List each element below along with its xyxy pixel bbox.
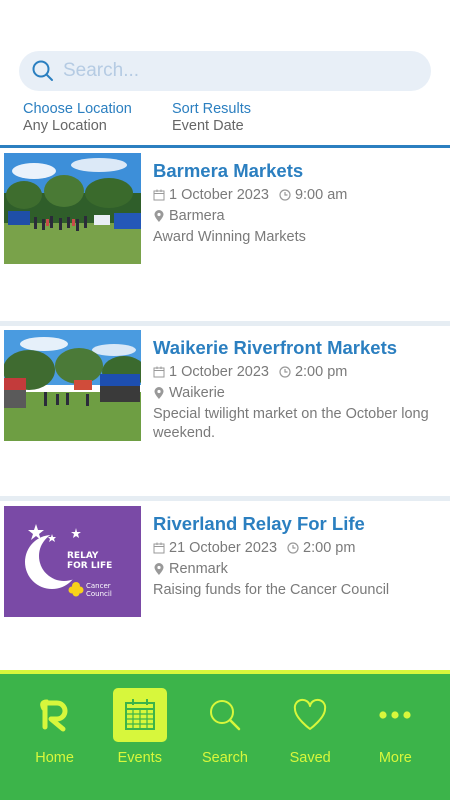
- event-description: Raising funds for the Cancer Council: [153, 582, 390, 598]
- svg-text:RELAY: RELAY: [67, 551, 99, 561]
- clock-icon: [279, 189, 291, 201]
- event-location: Renmark: [169, 561, 228, 577]
- clock-icon: [279, 366, 291, 378]
- nav-home-label: Home: [35, 750, 74, 766]
- search-bar[interactable]: [19, 51, 431, 91]
- event-date: 21 October 2023: [169, 540, 278, 556]
- nav-more-label: More: [378, 750, 412, 766]
- svg-text:Council: Council: [86, 590, 112, 598]
- sort-results-filter[interactable]: Sort Results Event Date: [172, 101, 251, 135]
- nav-home[interactable]: Home: [20, 674, 90, 800]
- event-location: Waikerie: [169, 385, 225, 401]
- svg-text:Cancer: Cancer: [86, 582, 111, 590]
- more-dots-icon: [379, 711, 411, 719]
- calendar-icon: [153, 542, 165, 554]
- event-card[interactable]: Barmera Markets 1 October 2023 9:00 am B…: [0, 148, 450, 321]
- event-time: 2:00 pm: [294, 364, 348, 380]
- location-pin-icon: [154, 209, 164, 222]
- event-card[interactable]: Waikerie Riverfront Markets 1 October 20…: [0, 326, 450, 496]
- event-time: 2:00 pm: [303, 540, 356, 556]
- nav-saved-label: Saved: [289, 750, 331, 766]
- location-value: Any Location: [23, 118, 107, 134]
- nav-saved[interactable]: Saved: [275, 674, 345, 800]
- event-title[interactable]: Waikerie Riverfront Markets: [153, 337, 442, 359]
- event-list: Barmera Markets 1 October 2023 9:00 am B…: [0, 148, 450, 671]
- sort-value: Event Date: [172, 118, 244, 134]
- home-logo-icon: [39, 699, 68, 732]
- heart-icon: [294, 698, 327, 730]
- bottom-nav: Home Events Search Saved More: [0, 670, 450, 800]
- event-thumbnail: RELAY FOR LIFE Cancer Council: [4, 506, 141, 617]
- event-title[interactable]: Riverland Relay For Life: [153, 513, 442, 535]
- search-input[interactable]: [63, 60, 393, 82]
- event-thumbnail: [4, 153, 141, 264]
- choose-location-label[interactable]: Choose Location: [23, 101, 132, 118]
- event-date: 1 October 2023: [169, 364, 269, 380]
- nav-search[interactable]: Search: [190, 674, 260, 800]
- location-pin-icon: [154, 386, 164, 399]
- event-location: Barmera: [169, 208, 225, 224]
- clock-icon: [287, 542, 299, 554]
- svg-text:FOR LIFE: FOR LIFE: [67, 561, 112, 571]
- search-icon: [209, 700, 241, 731]
- event-description: Award Winning Markets: [153, 229, 306, 245]
- event-date: 1 October 2023: [169, 187, 269, 203]
- nav-events-label: Events: [117, 750, 162, 766]
- event-thumbnail: [4, 330, 141, 441]
- calendar-icon: [153, 189, 165, 201]
- nav-events[interactable]: Events: [105, 674, 175, 800]
- search-icon: [32, 60, 53, 81]
- event-time: 9:00 am: [294, 187, 348, 203]
- location-pin-icon: [154, 562, 164, 575]
- calendar-icon: [124, 699, 155, 730]
- event-card[interactable]: RELAY FOR LIFE Cancer Council Riverland …: [0, 501, 450, 671]
- choose-location-filter[interactable]: Choose Location Any Location: [23, 101, 132, 135]
- event-title[interactable]: Barmera Markets: [153, 160, 442, 182]
- event-description: Special twilight market on the October l…: [153, 406, 429, 441]
- calendar-icon: [153, 366, 165, 378]
- nav-search-label: Search: [201, 750, 248, 766]
- nav-more[interactable]: More: [360, 674, 430, 800]
- sort-results-label[interactable]: Sort Results: [172, 101, 251, 118]
